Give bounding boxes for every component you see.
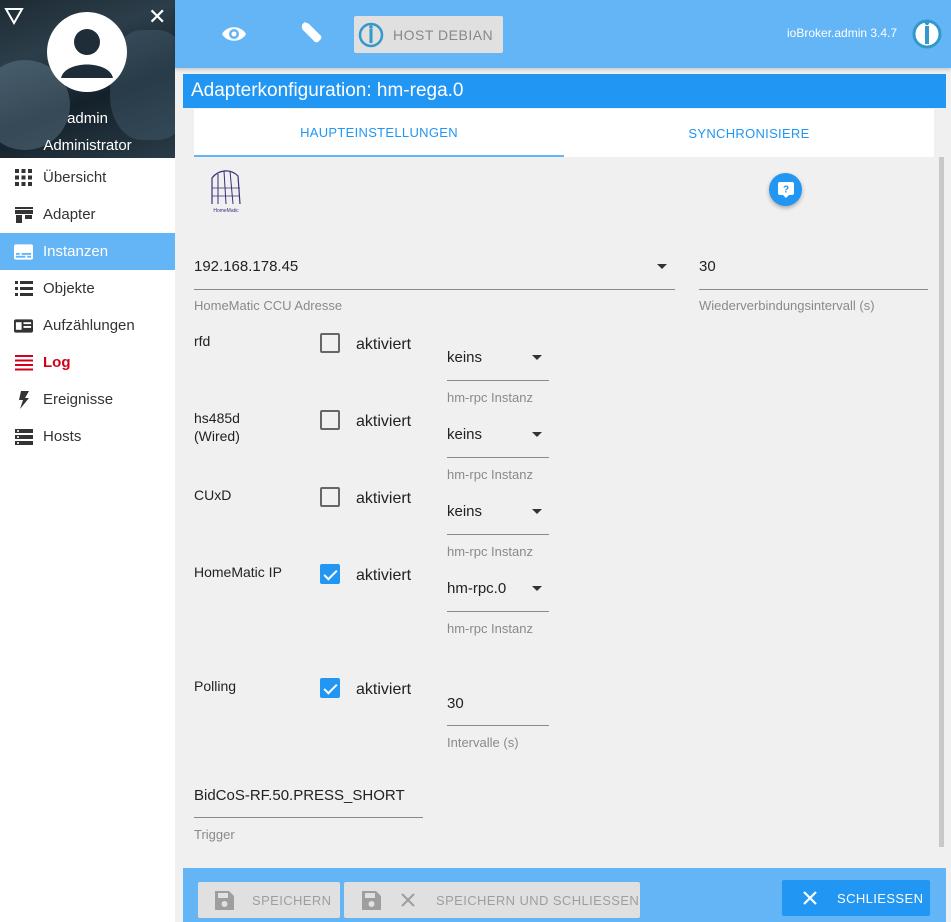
version-text: ioBroker.admin 3.4.7	[787, 26, 898, 40]
help-icon: ?	[777, 181, 794, 198]
eye-icon[interactable]	[219, 22, 249, 46]
server-icon	[14, 427, 33, 446]
grid-icon	[14, 168, 33, 187]
list-icon	[14, 279, 33, 298]
sidebar-item-label: Übersicht	[43, 169, 107, 186]
polling-checkbox[interactable]	[320, 678, 340, 698]
close-button[interactable]: SCHLIESSEN	[782, 880, 930, 916]
homematic-ip-label: HomeMatic IP	[194, 564, 282, 580]
trigger-input[interactable]: BidCoS-RF.50.PRESS_SHORT	[194, 787, 405, 804]
cuxd-checkbox-label: aktiviert	[356, 490, 412, 507]
reconnect-interval-input[interactable]: 30	[699, 258, 716, 275]
polling-interval-input[interactable]: 30	[447, 695, 464, 712]
reconnect-interval-helper: Wiederverbindungsintervall (s)	[699, 298, 875, 313]
subtitles-icon	[14, 242, 33, 261]
profile-header: ✕ admin Administrator	[0, 0, 175, 158]
sidebar-nav: Übersicht Adapter Instanzen Objekte Aufz…	[0, 159, 175, 455]
lightning-icon	[14, 390, 33, 409]
sidebar-item-instanzen[interactable]: Instanzen	[0, 233, 175, 270]
save-label: SPEICHERN	[252, 892, 332, 908]
sidebar-item-adapter[interactable]: Adapter	[0, 196, 175, 233]
ccu-address-helper: HomeMatic CCU Adresse	[194, 298, 343, 313]
close-icon	[401, 893, 415, 907]
avatar	[47, 12, 127, 92]
rfd-checkbox-label: aktiviert	[356, 336, 412, 353]
save-and-close-label: SPEICHERN UND SCHLIESSEN	[436, 892, 640, 908]
svg-text:?: ?	[782, 184, 788, 195]
sidebar-item-log[interactable]: Log	[0, 344, 175, 381]
close-label: SCHLIESSEN	[837, 890, 924, 906]
chevron-down-icon[interactable]	[532, 432, 542, 437]
rfd-instance-helper: hm-rpc Instanz	[447, 390, 533, 405]
lines-icon	[14, 353, 33, 372]
floppy-disk-icon	[215, 890, 234, 910]
chevron-down-icon[interactable]	[532, 509, 542, 514]
cuxd-instance-select[interactable]: keins	[447, 503, 482, 520]
sidebar: ✕ admin Administrator Übersicht Adapter	[0, 0, 175, 922]
host-label: HOST DEBIAN	[393, 26, 494, 43]
sidebar-item-objekte[interactable]: Objekte	[0, 270, 175, 307]
ccu-address-select[interactable]: 192.168.178.45	[194, 258, 298, 275]
cuxd-instance-helper: hm-rpc Instanz	[447, 544, 533, 559]
sidebar-item-label: Aufzählungen	[43, 317, 135, 334]
top-app-bar: HOST DEBIAN ioBroker.admin 3.4.7	[175, 0, 951, 68]
trigger-helper: Trigger	[194, 827, 235, 842]
save-and-close-button[interactable]: SPEICHERN UND SCHLIESSEN	[344, 882, 640, 918]
rfd-checkbox[interactable]	[320, 333, 340, 353]
sidebar-item-label: Instanzen	[43, 243, 109, 260]
chevron-down-icon[interactable]	[532, 586, 542, 591]
polling-checkbox-label: aktiviert	[356, 681, 412, 698]
close-icon	[803, 891, 817, 905]
iobroker-logo-icon	[358, 22, 384, 47]
homematic-logo: HomeMatic	[211, 170, 241, 214]
sidebar-item-label: Objekte	[43, 280, 95, 297]
save-button[interactable]: SPEICHERN	[198, 882, 340, 918]
content-scrollbar[interactable]	[939, 157, 944, 847]
sidebar-item-label: Log	[43, 354, 71, 371]
iobroker-brand-icon	[912, 19, 942, 49]
hs485d-instance-helper: hm-rpc Instanz	[447, 467, 533, 482]
homematic-ip-checkbox-label: aktiviert	[356, 567, 412, 584]
cuxd-checkbox[interactable]	[320, 487, 340, 507]
chevron-down-icon[interactable]	[532, 355, 542, 360]
close-drawer-icon[interactable]: ✕	[148, 6, 166, 28]
sidebar-item-hosts[interactable]: Hosts	[0, 418, 175, 455]
floppy-disk-icon	[362, 890, 381, 910]
card-list-icon	[14, 316, 33, 335]
rfd-instance-select[interactable]: keins	[447, 349, 482, 366]
dialog-title: Adapterkonfiguration: hm-rega.0	[183, 74, 946, 108]
sidebar-item-aufzaehlungen[interactable]: Aufzählungen	[0, 307, 175, 344]
tab-bar: HAUPTEINSTELLUNGEN SYNCHRONISIERE	[194, 109, 934, 157]
wrench-icon[interactable]	[299, 20, 325, 46]
dialog-footer: SPEICHERN SPEICHERN UND SCHLIESSEN SCHLI…	[183, 868, 946, 922]
sidebar-item-uebersicht[interactable]: Übersicht	[0, 159, 175, 196]
cuxd-label: CUxD	[194, 487, 232, 503]
host-selector-button[interactable]: HOST DEBIAN	[354, 16, 503, 53]
hs485d-checkbox[interactable]	[320, 410, 340, 430]
homematic-ip-instance-select[interactable]: hm-rpc.0	[447, 580, 506, 597]
sidebar-item-label: Adapter	[43, 206, 96, 223]
user-role: Administrator	[43, 137, 132, 154]
drawer-logo-icon[interactable]	[4, 6, 24, 26]
hs485d-checkbox-label: aktiviert	[356, 413, 412, 430]
polling-label: Polling	[194, 678, 237, 694]
store-icon	[14, 205, 33, 224]
sidebar-item-label: Hosts	[43, 428, 82, 445]
homematic-ip-instance-helper: hm-rpc Instanz	[447, 621, 533, 636]
homematic-logo-text: HomeMatic	[213, 208, 239, 214]
rfd-label: rfd	[194, 333, 211, 349]
help-button[interactable]: ?	[769, 173, 802, 206]
chevron-down-icon[interactable]	[657, 264, 667, 269]
sidebar-item-ereignisse[interactable]: Ereignisse	[0, 381, 175, 418]
hs485d-instance-select[interactable]: keins	[447, 426, 482, 443]
tab-haupteinstellungen[interactable]: HAUPTEINSTELLUNGEN	[194, 109, 564, 157]
tab-synchronisiere[interactable]: SYNCHRONISIERE	[564, 109, 934, 157]
user-name: admin	[67, 110, 108, 127]
hs485d-label: hs485d (Wired)	[194, 410, 240, 444]
polling-interval-helper: Intervalle (s)	[447, 735, 519, 750]
homematic-ip-checkbox[interactable]	[320, 564, 340, 584]
sidebar-item-label: Ereignisse	[43, 391, 114, 408]
